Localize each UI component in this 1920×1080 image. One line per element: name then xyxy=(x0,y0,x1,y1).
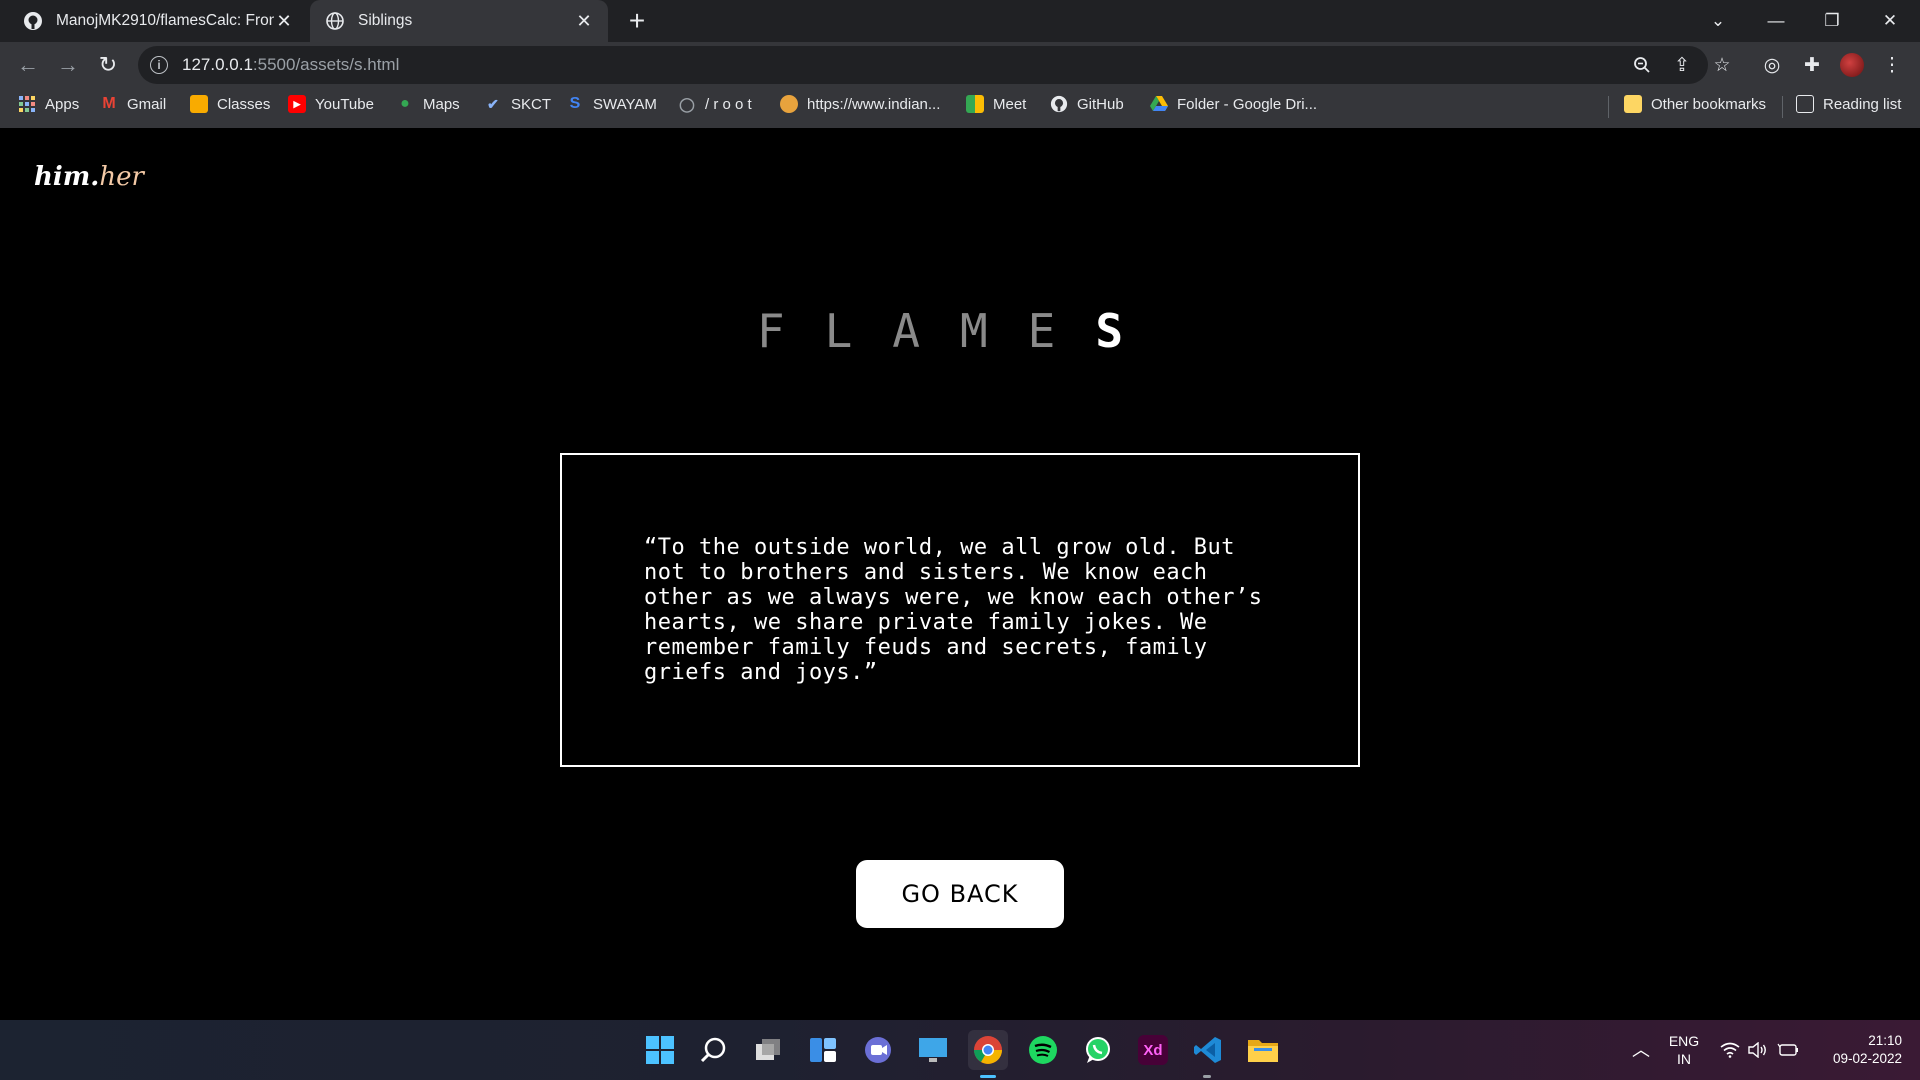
bookmark-classes[interactable]: Classes xyxy=(190,88,270,120)
root-icon: ◯ xyxy=(679,95,695,112)
task-view-icon[interactable] xyxy=(748,1030,788,1070)
close-icon[interactable]: ✕ xyxy=(274,11,294,32)
maps-icon: ● xyxy=(400,95,410,112)
desktop-icon[interactable] xyxy=(913,1030,953,1070)
quote-box: “To the outside world, we all grow old. … xyxy=(560,453,1360,767)
tab-github[interactable]: ManojMK2910/flamesCalc: Front ✕ xyxy=(8,0,308,42)
bookmark-star-icon[interactable]: ☆ xyxy=(1706,49,1738,81)
skct-icon: ✔ xyxy=(487,95,499,112)
new-tab-button[interactable]: + xyxy=(622,4,652,38)
go-back-button[interactable]: GO BACK xyxy=(856,860,1064,928)
tab-siblings[interactable]: Siblings ✕ xyxy=(310,0,608,42)
whatsapp-icon[interactable] xyxy=(1078,1030,1118,1070)
forward-icon[interactable]: → xyxy=(52,49,84,81)
bookmark-youtube[interactable]: ▶ YouTube xyxy=(288,88,374,120)
share-icon[interactable]: ⇪ xyxy=(1666,49,1698,81)
globe-icon xyxy=(324,10,346,32)
teams-chat-icon[interactable] xyxy=(858,1030,898,1070)
indian-icon xyxy=(780,95,798,113)
bookmark-indian[interactable]: https://www.indian... xyxy=(780,88,940,120)
url-text: 127.0.0.1:5500/assets/s.html xyxy=(182,55,400,74)
bookmark-apps[interactable]: Apps xyxy=(18,88,79,120)
tab-title: ManojMK2910/flamesCalc: Front xyxy=(56,12,274,29)
youtube-icon: ▶ xyxy=(288,95,306,113)
running-app-indicator xyxy=(1203,1075,1211,1078)
bookmark-github[interactable]: GitHub xyxy=(1050,88,1124,120)
bookmark-swayam[interactable]: S SWAYAM xyxy=(566,88,657,120)
reading-list-icon xyxy=(1796,95,1814,113)
page-title: FLAMES xyxy=(0,304,1920,358)
taskbar: Xd ︿ ENG IN 21:10 09-02-2022 xyxy=(0,1020,1920,1080)
browser-chrome: ManojMK2910/flamesCalc: Front ✕ Siblings… xyxy=(0,0,1920,128)
zoom-icon[interactable] xyxy=(1626,49,1658,81)
wifi-icon[interactable] xyxy=(1718,1020,1742,1080)
back-icon[interactable]: ← xyxy=(12,49,44,81)
bookmarks-bar: Apps M Gmail Classes ▶ YouTube ● Maps ✔ … xyxy=(0,88,1920,128)
active-app-indicator xyxy=(980,1075,996,1078)
restore-icon[interactable]: ❐ xyxy=(1804,0,1860,42)
swayam-icon: S xyxy=(569,95,581,112)
tab-title: Siblings xyxy=(358,12,413,29)
apps-grid-icon xyxy=(18,95,36,113)
bookmark-drive[interactable]: Folder - Google Dri... xyxy=(1150,88,1317,120)
battery-icon[interactable] xyxy=(1776,1020,1800,1080)
start-icon[interactable] xyxy=(640,1030,680,1070)
language-indicator[interactable]: ENG IN xyxy=(1664,1020,1704,1080)
menu-icon[interactable]: ⋮ xyxy=(1876,49,1908,81)
folder-icon xyxy=(1624,95,1642,113)
adobe-xd-icon[interactable]: Xd xyxy=(1133,1030,1173,1070)
address-bar[interactable]: i 127.0.0.1:5500/assets/s.html xyxy=(138,46,1708,84)
meet-icon xyxy=(966,95,984,113)
bookmark-maps[interactable]: ● Maps xyxy=(396,88,460,120)
site-info-icon[interactable]: i xyxy=(150,56,168,74)
page-content: him.her FLAMES “To the outside world, we… xyxy=(0,128,1920,1020)
avatar[interactable] xyxy=(1836,49,1868,81)
puzzle-icon[interactable]: ✚ xyxy=(1796,49,1828,81)
toolbar: ← → ↻ i 127.0.0.1:5500/assets/s.html ⇪ ☆… xyxy=(0,42,1920,88)
other-bookmarks[interactable]: Other bookmarks xyxy=(1624,88,1766,120)
site-logo[interactable]: him.her xyxy=(34,162,144,192)
drive-icon xyxy=(1150,95,1168,113)
gmail-icon: M xyxy=(102,95,116,112)
close-window-icon[interactable]: ✕ xyxy=(1862,0,1918,42)
bookmark-meet[interactable]: Meet xyxy=(966,88,1026,120)
chevron-up-icon[interactable]: ︿ xyxy=(1626,1020,1656,1080)
bookmark-root[interactable]: ◯ / r o o t xyxy=(678,88,752,120)
reload-icon[interactable]: ↻ xyxy=(92,49,124,81)
tab-strip: ManojMK2910/flamesCalc: Front ✕ Siblings… xyxy=(0,0,1920,42)
minimize-icon[interactable]: — xyxy=(1748,0,1804,42)
extension-icon[interactable]: ◎ xyxy=(1756,49,1788,81)
github-icon xyxy=(22,10,44,32)
flames-letters: FLAME xyxy=(756,304,1096,358)
flames-highlight: S xyxy=(1095,304,1164,358)
widgets-icon[interactable] xyxy=(803,1030,843,1070)
chrome-icon[interactable] xyxy=(968,1030,1008,1070)
classroom-icon xyxy=(190,95,208,113)
spotify-icon[interactable] xyxy=(1023,1030,1063,1070)
tab-search-icon[interactable]: ⌄ xyxy=(1690,0,1746,42)
volume-icon[interactable] xyxy=(1746,1020,1770,1080)
clock[interactable]: 21:10 09-02-2022 xyxy=(1812,1020,1902,1080)
reading-list[interactable]: Reading list xyxy=(1796,88,1901,120)
close-icon[interactable]: ✕ xyxy=(574,11,594,32)
search-icon[interactable] xyxy=(694,1030,734,1070)
github-icon xyxy=(1050,95,1068,113)
vscode-icon[interactable] xyxy=(1188,1030,1228,1070)
bookmark-gmail[interactable]: M Gmail xyxy=(100,88,166,120)
bookmarks-divider xyxy=(1782,96,1783,118)
bookmarks-divider xyxy=(1608,96,1609,118)
quote-text: “To the outside world, we all grow old. … xyxy=(644,535,1263,685)
bookmark-skct[interactable]: ✔ SKCT xyxy=(484,88,551,120)
file-explorer-icon[interactable] xyxy=(1243,1030,1283,1070)
